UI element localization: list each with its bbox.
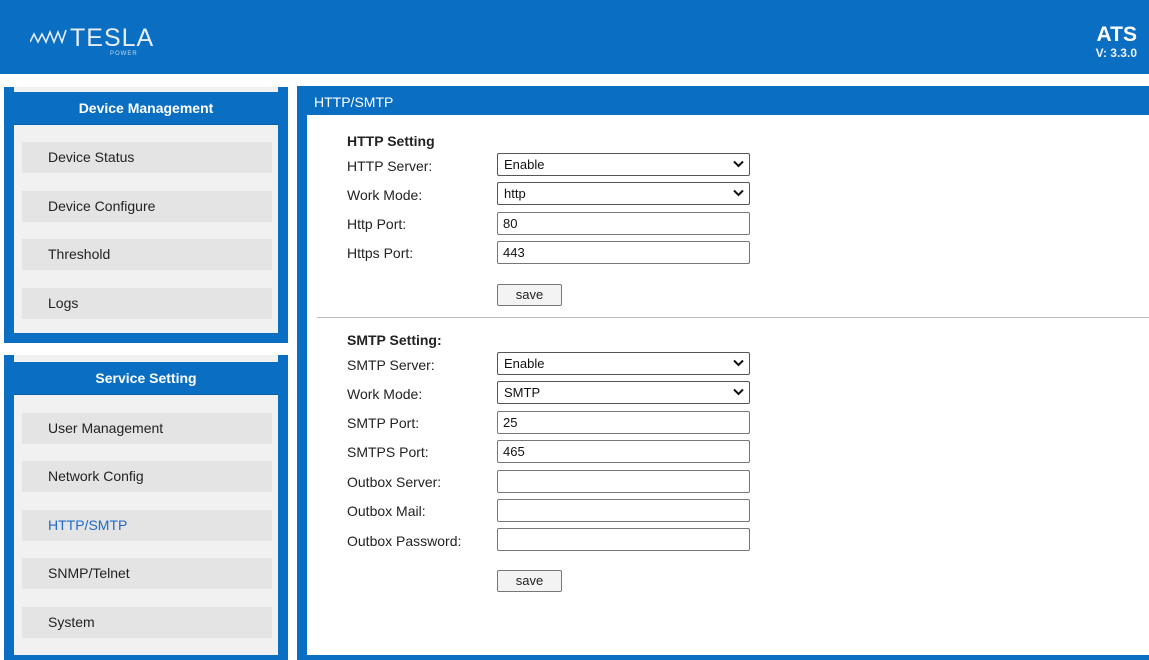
http-work-mode-value: http [504,186,526,201]
smtp-port-input[interactable] [497,411,750,434]
chevron-down-icon [733,160,744,168]
nav-threshold[interactable]: Threshold [22,239,272,270]
outbox-server-label: Outbox Server: [347,474,442,490]
nav-user-management[interactable]: User Management [22,413,272,444]
http-save-button[interactable]: save [497,284,562,306]
http-port-input[interactable] [497,212,750,235]
smtp-work-mode-value: SMTP [504,385,541,400]
device-management-panel: Device Management Device Status Device C… [4,87,288,343]
https-port-input[interactable] [497,241,750,264]
smtp-server-value: Enable [504,356,545,371]
smtp-work-mode-label: Work Mode: [347,386,423,402]
product-brand: ATS V: 3.3.0 [1095,23,1137,61]
chevron-down-icon [733,388,744,396]
nav-network-config[interactable]: Network Config [22,461,272,492]
smtps-port-input[interactable] [497,440,750,463]
service-setting-title: Service Setting [14,362,278,395]
nav-snmp-telnet[interactable]: SNMP/Telnet [22,558,272,589]
https-port-label: Https Port: [347,245,414,261]
nav-device-configure[interactable]: Device Configure [22,191,272,222]
chevron-down-icon [733,359,744,367]
nav-logs[interactable]: Logs [22,288,272,319]
nav-system[interactable]: System [22,607,272,638]
product-name: ATS [1096,23,1137,46]
http-server-label: HTTP Server: [347,158,433,174]
outbox-password-label: Outbox Password: [347,533,462,549]
smtp-section-title: SMTP Setting: [347,332,442,348]
smtp-save-button[interactable]: save [497,570,562,592]
http-port-label: Http Port: [347,216,407,232]
top-header: TESLA POWER ATS V: 3.3.0 [0,0,1149,74]
firmware-version: V: 3.3.0 [1095,46,1137,60]
http-section-title: HTTP Setting [347,133,435,149]
outbox-mail-input[interactable] [497,499,750,522]
logo-subtext: POWER [110,51,138,57]
nav-device-status[interactable]: Device Status [22,142,272,173]
http-server-value: Enable [504,157,545,172]
outbox-password-input[interactable] [497,528,750,551]
smtp-server-select[interactable]: Enable [497,352,750,375]
tesla-logo: TESLA POWER [30,22,153,57]
smtp-port-label: SMTP Port: [347,415,420,431]
http-work-mode-label: Work Mode: [347,187,423,203]
main-panel: HTTP/SMTP HTTP Setting HTTP Server: Enab… [297,86,1149,660]
http-work-mode-select[interactable]: http [497,182,750,205]
logo-wave-icon [30,29,67,45]
http-server-select[interactable]: Enable [497,153,750,176]
section-divider [317,317,1149,318]
chevron-down-icon [733,189,744,197]
outbox-server-input[interactable] [497,470,750,493]
smtps-port-label: SMTPS Port: [347,444,429,460]
nav-http-smtp[interactable]: HTTP/SMTP [22,510,272,541]
smtp-server-label: SMTP Server: [347,357,435,373]
logo-text: TESLA [70,24,155,52]
smtp-work-mode-select[interactable]: SMTP [497,381,750,404]
page-title: HTTP/SMTP [314,94,394,110]
service-setting-panel: Service Setting User Management Network … [4,355,288,660]
settings-form: HTTP Setting HTTP Server: Enable Work Mo… [307,115,1149,655]
outbox-mail-label: Outbox Mail: [347,503,426,519]
device-management-title: Device Management [14,92,278,125]
